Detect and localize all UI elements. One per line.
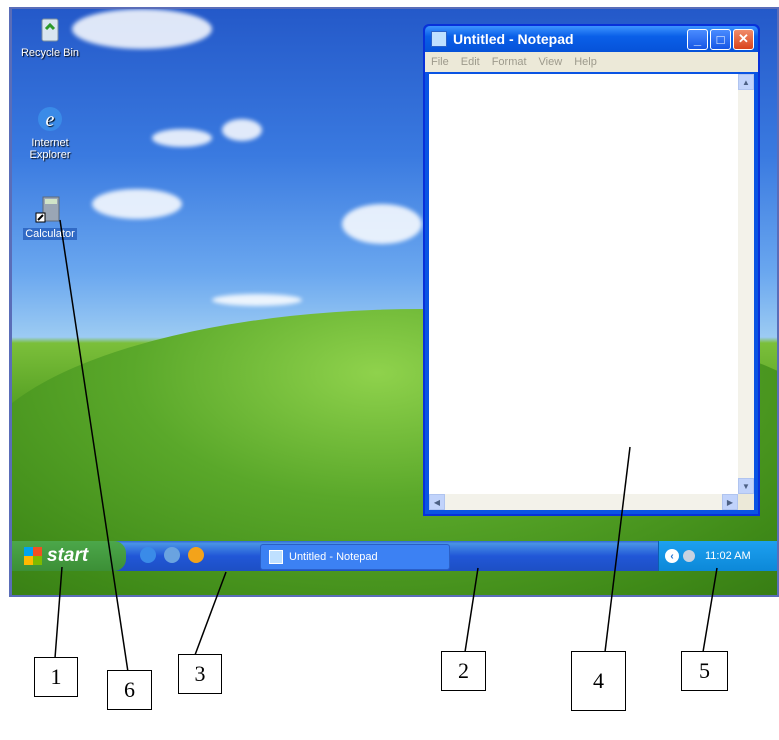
notepad-icon <box>431 31 447 47</box>
callout-2: 2 <box>441 651 486 691</box>
callout-6: 6 <box>107 670 152 710</box>
menu-view[interactable]: View <box>539 56 563 68</box>
callout-4: 4 <box>571 651 626 711</box>
scroll-down-icon[interactable]: ▼ <box>738 478 754 494</box>
notepad-window[interactable]: Untitled - Notepad _ □ ✕ File Edit Forma… <box>423 24 760 516</box>
show-hidden-icons-icon[interactable]: ‹ <box>665 549 679 563</box>
callout-1: 1 <box>34 657 78 697</box>
desktop-icon-label: Internet Explorer <box>29 137 71 161</box>
vertical-scrollbar[interactable]: ▲ ▼ <box>738 74 754 494</box>
cloud <box>222 119 262 141</box>
svg-text:e: e <box>46 109 55 131</box>
menu-edit[interactable]: Edit <box>461 56 480 68</box>
media-player-icon[interactable] <box>188 547 204 563</box>
scroll-left-icon[interactable]: ◀ <box>429 494 445 510</box>
quick-launch <box>140 547 212 563</box>
desktop-icon-recycle-bin[interactable]: Recycle Bin <box>15 13 85 59</box>
notepad-icon <box>269 550 283 564</box>
scroll-right-icon[interactable]: ▶ <box>722 494 738 510</box>
cloud <box>92 189 182 219</box>
text-area[interactable]: ▲ ▼ ◀ ▶ <box>429 74 754 510</box>
menu-help[interactable]: Help <box>574 56 597 68</box>
maximize-button[interactable]: □ <box>710 28 731 50</box>
cloud <box>152 129 212 147</box>
calculator-icon <box>34 194 66 226</box>
windows-logo-icon <box>24 547 42 565</box>
cloud <box>342 204 422 244</box>
volume-icon[interactable] <box>683 550 695 562</box>
taskbar-button-label: Untitled - Notepad <box>289 551 378 563</box>
cloud <box>212 294 302 306</box>
desktop: Recycle Bin e Internet Explorer Calculat… <box>12 9 777 595</box>
desktop-icon-label: Calculator <box>23 228 77 240</box>
taskbar-button-notepad[interactable]: Untitled - Notepad <box>260 544 450 570</box>
menu-file[interactable]: File <box>431 56 449 68</box>
horizontal-scrollbar[interactable]: ◀ ▶ <box>429 494 738 510</box>
recycle-bin-icon <box>34 13 66 45</box>
start-label: start <box>47 545 89 566</box>
close-button[interactable]: ✕ <box>733 28 754 50</box>
internet-explorer-icon: e <box>34 103 66 135</box>
callout-5: 5 <box>681 651 728 691</box>
resize-grip-icon[interactable] <box>738 494 754 510</box>
menu-bar: File Edit Format View Help <box>425 52 758 72</box>
desktop-icon-internet-explorer[interactable]: e Internet Explorer <box>15 103 85 161</box>
cloud <box>72 9 212 49</box>
window-title: Untitled - Notepad <box>453 31 574 47</box>
notepad-title-bar[interactable]: Untitled - Notepad _ □ ✕ <box>425 26 758 52</box>
outlook-express-icon[interactable] <box>164 547 180 563</box>
system-tray: ‹ 11:02 AM <box>658 541 777 571</box>
desktop-icon-calculator[interactable]: Calculator <box>15 194 85 240</box>
desktop-icon-label: Recycle Bin <box>20 47 80 59</box>
start-button[interactable]: start <box>12 541 126 571</box>
minimize-button[interactable]: _ <box>687 28 708 50</box>
menu-format[interactable]: Format <box>492 56 527 68</box>
scroll-up-icon[interactable]: ▲ <box>738 74 754 90</box>
taskbar: start Untitled - Notepad ‹ 11:02 AM <box>12 541 777 571</box>
callout-3: 3 <box>178 654 222 694</box>
internet-explorer-icon[interactable] <box>140 547 156 563</box>
clock[interactable]: 11:02 AM <box>705 550 751 562</box>
